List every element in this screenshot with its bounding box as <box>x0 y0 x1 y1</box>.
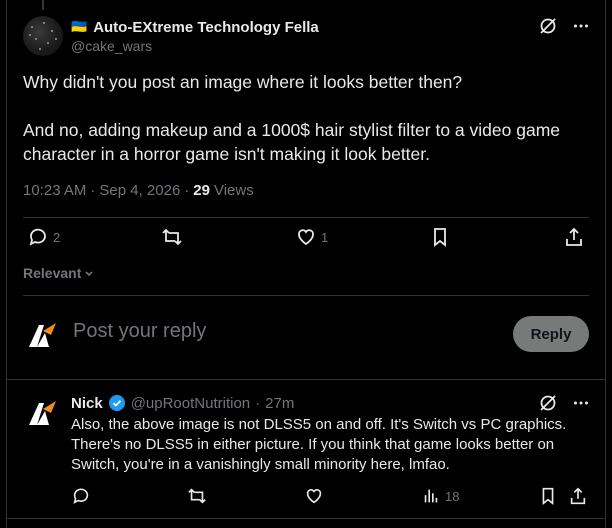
thread-connector-line <box>42 0 44 10</box>
reply-composer: Post your reply Reply <box>23 312 589 356</box>
author-handle[interactable]: @cake_wars <box>71 38 152 54</box>
repost-action[interactable] <box>187 486 207 506</box>
views-count: 18 <box>445 488 460 504</box>
divider <box>7 379 605 380</box>
reply-author-avatar[interactable] <box>25 395 59 429</box>
post-body: Why didn't you post an image where it lo… <box>23 70 593 190</box>
post-date[interactable]: Sep 4, 2026 <box>99 182 180 199</box>
share-action[interactable] <box>568 486 588 506</box>
reply-count: 2 <box>53 229 61 245</box>
post-action-bar: 2 1 <box>23 226 589 258</box>
divider <box>23 217 589 218</box>
heart-icon <box>298 229 314 246</box>
share-action[interactable] <box>563 226 585 248</box>
separator-dot: · <box>255 394 261 412</box>
reply-body: Also, the above image is not DLSS5 on an… <box>71 416 567 473</box>
post-time[interactable]: 10:23 AM <box>23 182 86 199</box>
like-action[interactable]: 1 <box>295 226 328 248</box>
author-name-row[interactable]: 🇺🇦 Auto-EXtreme Technology Fella <box>71 17 319 37</box>
more-options-icon[interactable] <box>572 17 590 35</box>
reply-action[interactable] <box>71 486 91 506</box>
views-action[interactable]: 18 <box>421 486 459 506</box>
like-count: 1 <box>321 229 329 245</box>
more-options-icon[interactable] <box>572 394 590 412</box>
like-action[interactable] <box>304 486 324 506</box>
post-paragraph: Why didn't you post an image where it lo… <box>23 72 463 92</box>
reply-action[interactable]: 2 <box>27 226 60 248</box>
reply-author-row: Nick @upRootNutrition · 27m <box>71 393 294 413</box>
reply-action-bar: 18 <box>71 486 591 510</box>
grok-icon[interactable] <box>538 393 558 413</box>
post-paragraph: And no, adding makeup and a 1000$ hair s… <box>23 120 561 164</box>
bookmark-icon <box>434 228 446 247</box>
sort-replies-dropdown[interactable]: Relevant <box>23 265 95 281</box>
share-icon <box>570 487 586 505</box>
user-logo-avatar[interactable] <box>25 317 59 351</box>
author-avatar[interactable] <box>23 16 63 56</box>
bookmark-action[interactable] <box>429 226 451 248</box>
separator-dot: · <box>90 182 96 199</box>
grok-icon[interactable] <box>538 16 558 36</box>
chevron-down-icon <box>85 271 93 277</box>
reply-icon <box>29 228 46 246</box>
views-label: Views <box>213 182 254 199</box>
separator-dot: · <box>184 182 190 199</box>
analytics-icon <box>424 489 438 503</box>
verified-badge-icon <box>108 395 125 411</box>
repost-icon <box>162 228 182 246</box>
bookmark-action[interactable] <box>538 486 558 506</box>
repost-action[interactable] <box>161 226 187 248</box>
bookmark-icon <box>542 487 554 505</box>
repost-icon <box>188 488 206 504</box>
reply-time[interactable]: 27m <box>265 395 294 412</box>
share-icon <box>566 227 582 246</box>
divider <box>7 518 605 519</box>
reply-author-name[interactable]: Nick <box>71 395 103 412</box>
reply-icon <box>73 488 89 504</box>
ukraine-flag-emoji: 🇺🇦 <box>71 19 88 34</box>
reply-button[interactable]: Reply <box>513 316 589 352</box>
divider <box>23 295 589 296</box>
heart-icon <box>306 489 322 504</box>
views-count: 29 <box>193 182 210 199</box>
sort-label: Relevant <box>23 265 82 281</box>
reply-top-actions <box>538 393 590 413</box>
post-top-actions <box>538 16 590 36</box>
reply-author-handle[interactable]: @upRootNutrition <box>131 395 250 412</box>
post-metadata: 10:23 AM · Sep 4, 2026 · 29 Views <box>23 182 254 199</box>
reply-input[interactable]: Post your reply <box>73 320 206 343</box>
author-name[interactable]: Auto-EXtreme Technology Fella <box>93 19 319 36</box>
